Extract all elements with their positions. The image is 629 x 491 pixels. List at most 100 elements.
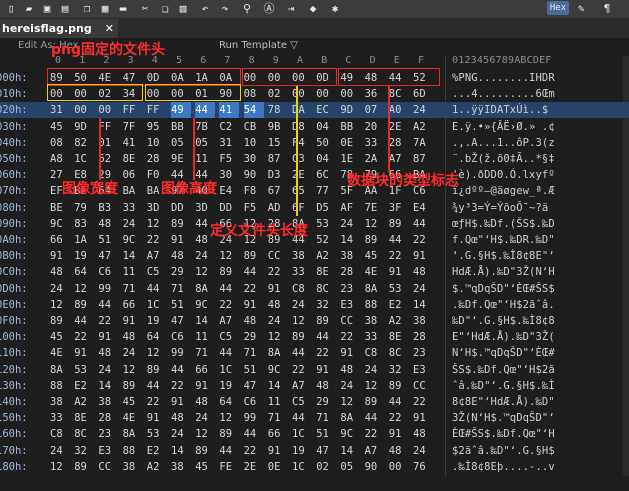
hex-byte[interactable]: 90 xyxy=(365,459,385,475)
hex-byte[interactable]: 3F xyxy=(389,200,409,216)
ascii-text[interactable]: .‰Df.Qœ"‘H$2ãˆâ. xyxy=(452,297,555,313)
goto-icon[interactable]: ⇥ xyxy=(284,2,298,16)
hex-byte[interactable]: 04 xyxy=(316,119,336,135)
hex-byte[interactable]: 99 xyxy=(98,281,118,297)
paste-icon[interactable]: ▦ xyxy=(98,2,112,16)
hex-byte[interactable]: BB xyxy=(340,119,360,135)
hex-byte[interactable]: 14 xyxy=(340,443,360,459)
hex-byte[interactable]: 51 xyxy=(316,426,336,442)
hex-byte[interactable]: 47 xyxy=(98,248,118,264)
hex-byte[interactable]: 45 xyxy=(365,248,385,264)
hex-byte[interactable]: 44 xyxy=(98,297,118,313)
hex-byte[interactable]: 89 xyxy=(147,362,167,378)
hex-byte[interactable]: D5 xyxy=(316,200,336,216)
hex-byte[interactable]: 89 xyxy=(365,394,385,410)
hex-byte[interactable]: A2 xyxy=(389,313,409,329)
cut-icon[interactable]: ✂ xyxy=(138,2,152,16)
hex-byte[interactable]: 15 xyxy=(268,135,288,151)
hex-byte[interactable]: 8A xyxy=(268,345,288,361)
hex-byte[interactable]: 28 xyxy=(389,135,409,151)
hex-byte[interactable]: 31 xyxy=(50,102,70,118)
hex-byte[interactable]: 08 xyxy=(50,135,70,151)
hex-byte[interactable]: 14 xyxy=(268,378,288,394)
hex-byte[interactable]: 12 xyxy=(219,410,239,426)
hex-byte[interactable]: 19 xyxy=(147,313,167,329)
hex-byte[interactable]: 7B xyxy=(195,119,215,135)
hex-byte[interactable]: 8C xyxy=(316,281,336,297)
hex-byte[interactable]: 91 xyxy=(316,362,336,378)
hex-byte[interactable]: C6 xyxy=(171,329,191,345)
hex-byte[interactable]: 48 xyxy=(123,329,143,345)
hex-byte[interactable]: 53 xyxy=(316,216,336,232)
hex-byte[interactable]: 49 xyxy=(171,102,191,119)
hex-byte[interactable]: 52 xyxy=(316,232,336,248)
hex-byte[interactable]: 12 xyxy=(292,313,312,329)
hex-byte[interactable]: 91 xyxy=(413,410,433,426)
hex-byte[interactable]: 1C xyxy=(219,362,239,378)
hex-byte[interactable]: 6C xyxy=(316,167,336,183)
hex-byte[interactable]: 22 xyxy=(316,345,336,361)
hex-byte[interactable]: E2 xyxy=(389,297,409,313)
hex-byte[interactable]: 00 xyxy=(389,459,409,475)
hex-byte[interactable]: CC xyxy=(98,459,118,475)
hex-byte[interactable]: 11 xyxy=(123,264,143,280)
hex-byte[interactable]: 44 xyxy=(195,102,216,119)
hex-byte[interactable]: 8E xyxy=(123,151,143,167)
hex-byte[interactable]: 47 xyxy=(244,378,264,394)
hex-byte[interactable]: 71 xyxy=(268,410,288,426)
hex-byte[interactable]: 62 xyxy=(98,151,118,167)
hex-byte[interactable]: E3 xyxy=(340,297,360,313)
hex-byte[interactable]: 02 xyxy=(316,459,336,475)
hex-byte[interactable]: A7 xyxy=(147,248,167,264)
hex-byte[interactable]: 8E xyxy=(74,410,94,426)
hex-byte[interactable]: 07 xyxy=(365,102,385,118)
hex-byte[interactable]: 44 xyxy=(413,216,433,232)
hex-byte[interactable]: 44 xyxy=(389,394,409,410)
hex-byte[interactable]: 11 xyxy=(268,394,288,410)
hex-byte[interactable]: 22 xyxy=(389,410,409,426)
hex-byte[interactable]: CC xyxy=(413,378,433,394)
hex-byte[interactable]: 64 xyxy=(219,394,239,410)
hex-byte[interactable]: 29 xyxy=(316,394,336,410)
hex-byte[interactable]: 12 xyxy=(50,297,70,313)
hex-byte[interactable]: 9D xyxy=(340,102,360,118)
hex-byte[interactable]: FF xyxy=(147,102,167,118)
hex-byte[interactable]: 48 xyxy=(98,345,118,361)
hex-byte[interactable]: B3 xyxy=(98,200,118,216)
hex-byte[interactable]: DD xyxy=(219,200,239,216)
ascii-text[interactable]: ¾y³3=Ý=Ýõ­oÕ¯~?ä xyxy=(452,200,548,216)
hex-byte[interactable]: F5 xyxy=(219,151,239,167)
hex-byte[interactable]: 33 xyxy=(50,410,70,426)
hex-byte[interactable]: 33 xyxy=(365,135,385,151)
hex-byte[interactable]: 66 xyxy=(195,362,215,378)
hex-byte[interactable]: 91 xyxy=(50,248,70,264)
ascii-text[interactable]: œƒH$.‰Df.(ŠS$.‰D xyxy=(452,216,555,232)
hex-byte[interactable]: 12 xyxy=(123,362,143,378)
hex-byte[interactable]: 99 xyxy=(244,410,264,426)
paragraph-icon[interactable]: ¶ xyxy=(600,2,614,16)
hex-byte[interactable]: 4E xyxy=(50,345,70,361)
hex-byte[interactable]: 51 xyxy=(171,297,191,313)
hex-row[interactable]: 130h:88E21489442291194714A748241289CCˆâ.… xyxy=(0,378,629,394)
hex-byte[interactable]: 28 xyxy=(413,329,433,345)
hex-row[interactable]: 090h:9C8348241289446612288A5324128944œƒH… xyxy=(0,216,629,232)
hex-byte[interactable]: 32 xyxy=(74,443,94,459)
ascii-text[interactable]: N‘H$.™qDqŠD"‘ÈŒ# xyxy=(452,345,555,361)
hex-byte[interactable]: 91 xyxy=(413,248,433,264)
hex-row[interactable]: 030h:459DFF7F95BB7BC2CB9BD804BB202EA2E.ÿ… xyxy=(0,119,629,135)
hex-byte[interactable]: 44 xyxy=(219,443,239,459)
hex-byte[interactable]: 12 xyxy=(195,426,215,442)
hex-byte[interactable]: 24 xyxy=(413,102,433,118)
edit-icon[interactable]: ✎ xyxy=(574,2,588,16)
hex-row[interactable]: 100h:4522914864C611C52912894422338E28E"‘… xyxy=(0,329,629,345)
hex-byte[interactable]: 89 xyxy=(123,378,143,394)
hex-byte[interactable]: 30 xyxy=(244,151,264,167)
ascii-text[interactable]: HdÆ.Å).‰D"3Ž(N‘H xyxy=(452,264,555,280)
hex-byte[interactable]: 38 xyxy=(98,394,118,410)
hex-byte[interactable]: 33 xyxy=(123,200,143,216)
ascii-text[interactable]: ...4.........6Œm xyxy=(452,86,555,102)
hex-byte[interactable]: 8A xyxy=(123,426,143,442)
ascii-text[interactable]: .‰Ì8¢8Eþ....‐..v xyxy=(452,459,555,475)
hex-byte[interactable]: C5 xyxy=(219,329,239,345)
hex-byte[interactable]: A8 xyxy=(50,151,70,167)
